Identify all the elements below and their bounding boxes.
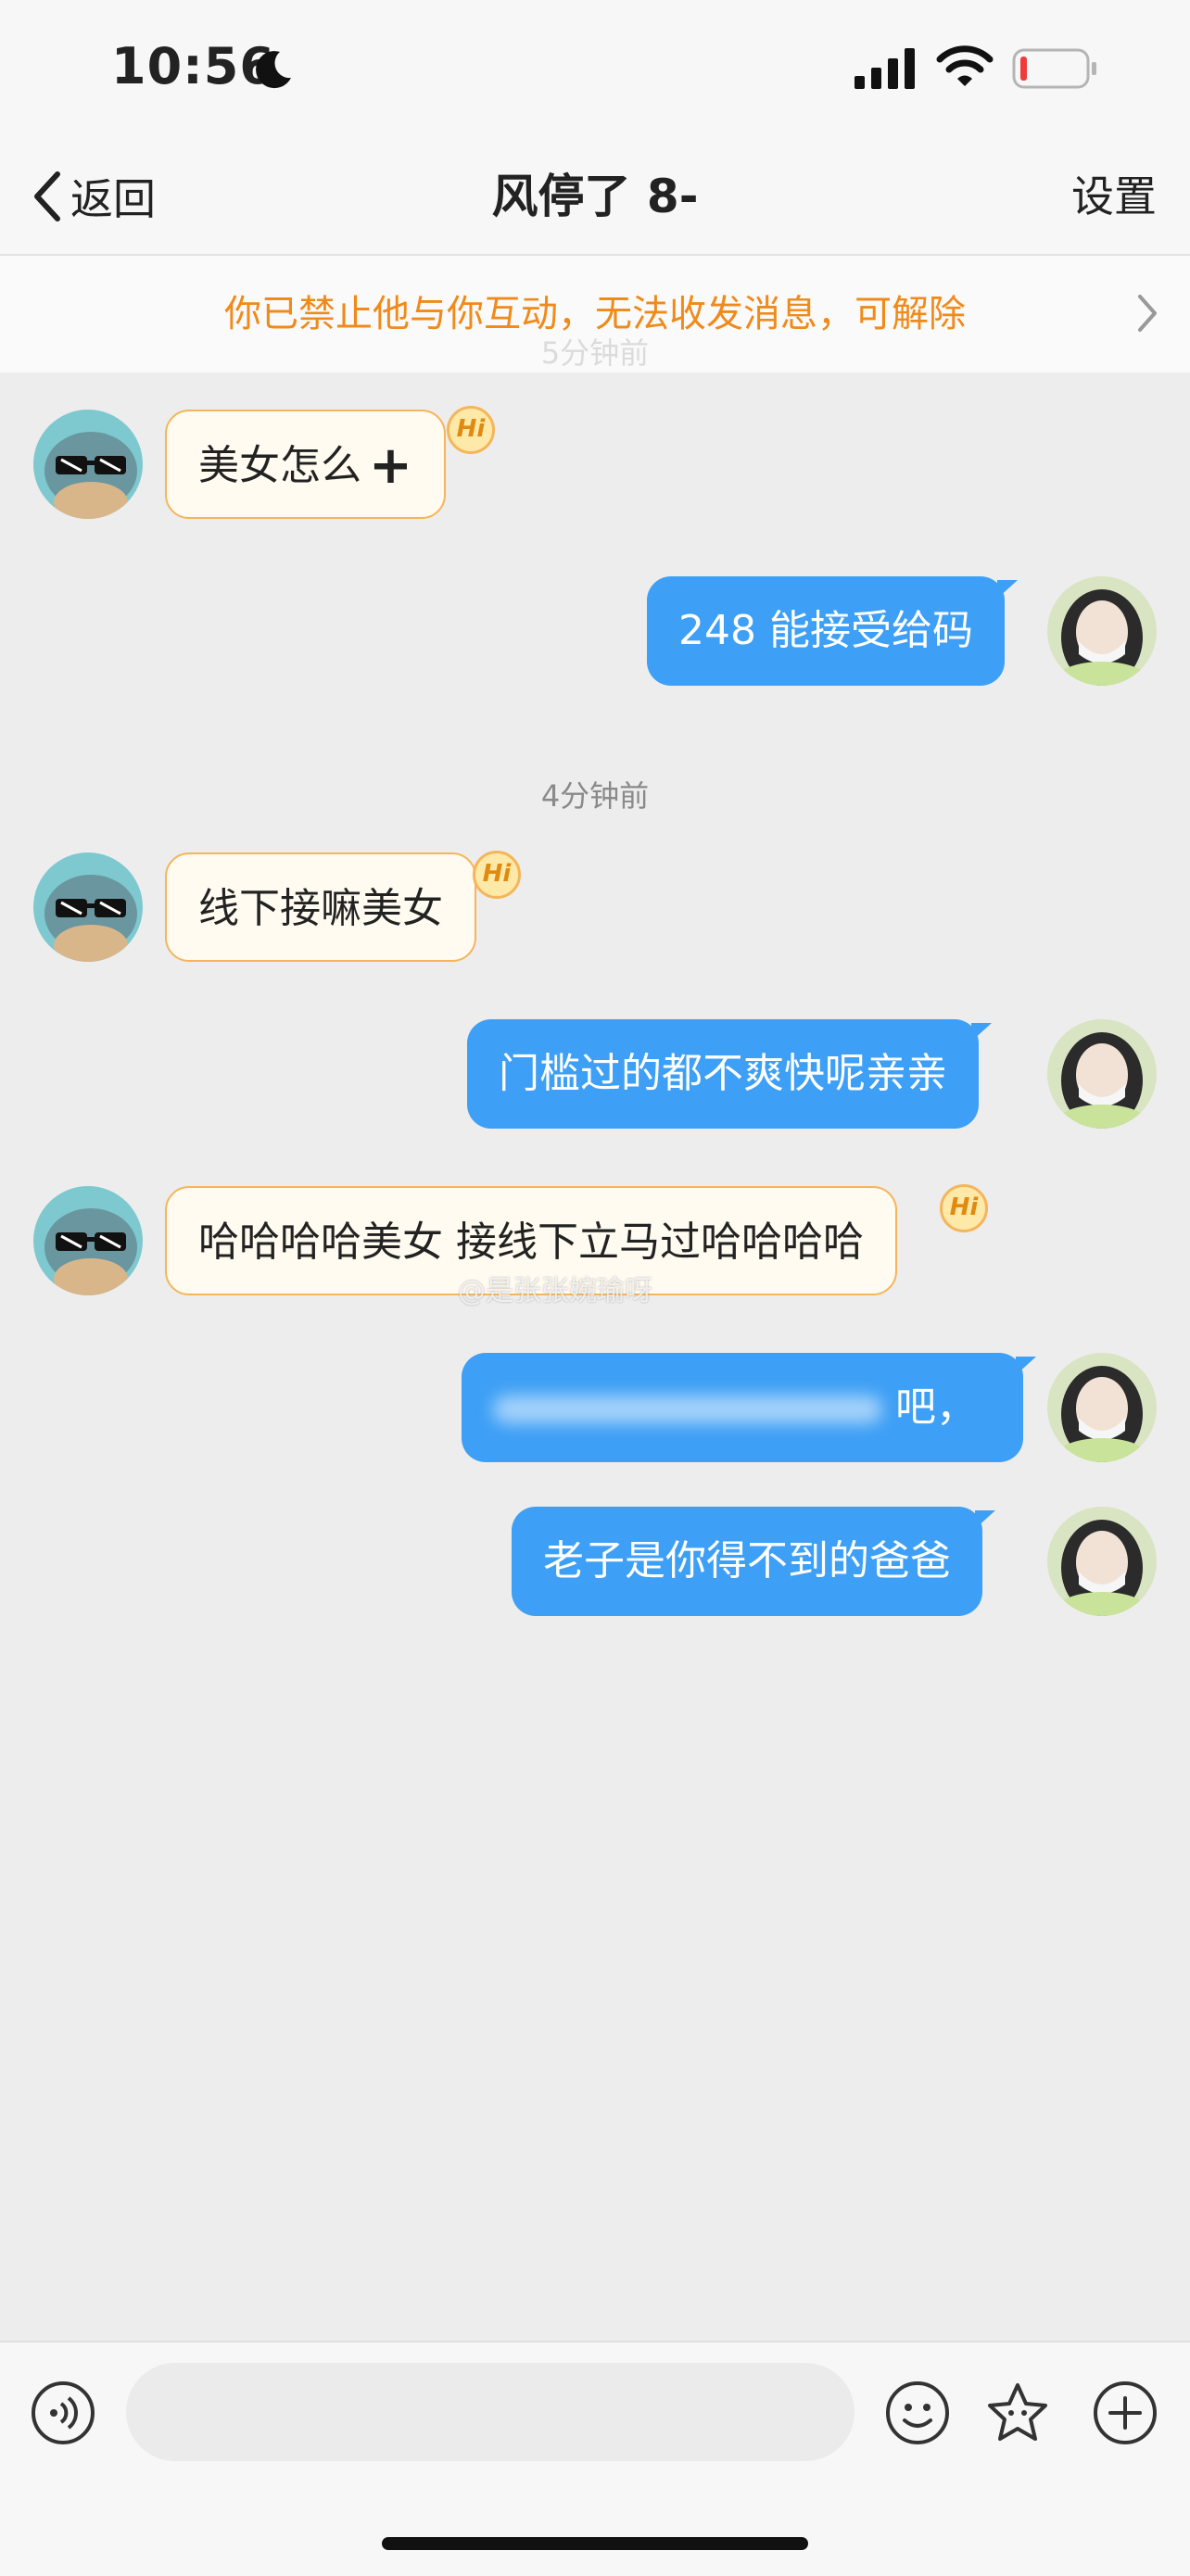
message-bubble-outgoing[interactable]: 老子是你得不到的爸爸 xyxy=(512,1507,995,1616)
message-bubble-outgoing-blurred[interactable]: 吧， xyxy=(462,1353,1036,1462)
contact-avatar[interactable] xyxy=(33,410,143,519)
battery-icon xyxy=(1012,48,1096,89)
user-avatar[interactable] xyxy=(1047,1507,1157,1616)
home-indicator[interactable] xyxy=(382,2537,808,2550)
user-avatar[interactable] xyxy=(1047,1019,1157,1129)
contact-avatar[interactable] xyxy=(33,1186,143,1295)
user-avatar[interactable] xyxy=(1047,576,1157,686)
user-avatar[interactable] xyxy=(1047,1353,1157,1462)
user-avatar-image xyxy=(1047,1019,1157,1129)
user-avatar-image xyxy=(1047,576,1157,686)
message-text: 248 能接受给码 xyxy=(678,607,973,654)
turtle-avatar xyxy=(33,852,143,962)
user-avatar-image xyxy=(1047,1507,1157,1616)
blocked-notice-banner[interactable]: 5分钟前 你已禁止他与你互动，无法收发消息，可解除 xyxy=(0,256,1190,373)
user-avatar-image xyxy=(1047,1353,1157,1462)
input-bar xyxy=(0,2341,1190,2576)
status-time: 10:56 xyxy=(111,37,275,95)
message-bubble-outgoing[interactable]: 门槛过的都不爽快呢亲亲 xyxy=(467,1019,992,1129)
signal-icon xyxy=(855,48,915,89)
message-text: 哈哈哈哈美女 接线下立马过哈哈哈哈 xyxy=(198,1219,864,1266)
settings-button[interactable]: 设置 xyxy=(1071,159,1157,234)
message-text: 吧， xyxy=(895,1383,977,1431)
emoji-icon[interactable] xyxy=(884,2380,951,2446)
message-text: 线下接嘛美女 xyxy=(198,885,443,932)
blurred-content xyxy=(493,1395,882,1423)
voice-icon[interactable] xyxy=(30,2380,96,2446)
blocked-notice-text: 你已禁止他与你互动，无法收发消息，可解除 xyxy=(224,293,966,335)
hi-badge: Hi xyxy=(447,406,495,454)
hi-badge: Hi xyxy=(473,851,521,899)
message-text: 门槛过的都不爽快呢亲亲 xyxy=(499,1050,947,1097)
sticker-icon[interactable] xyxy=(984,2380,1051,2446)
moon-icon xyxy=(256,51,291,89)
plus-emoji: + xyxy=(369,436,412,496)
turtle-avatar xyxy=(33,1186,143,1295)
plus-icon[interactable] xyxy=(1092,2380,1158,2446)
contact-avatar[interactable] xyxy=(33,852,143,962)
wifi-icon xyxy=(936,45,994,86)
message-input[interactable] xyxy=(126,2363,855,2461)
hi-badge: Hi xyxy=(940,1184,988,1232)
message-text: 美女怎么 xyxy=(198,442,361,489)
message-bubble-incoming[interactable]: 美女怎么 + xyxy=(165,410,446,519)
turtle-avatar xyxy=(33,410,143,519)
status-bar: 10:56 xyxy=(0,0,1190,139)
message-text: 老子是你得不到的爸爸 xyxy=(543,1537,951,1585)
chat-title: 风停了 8- xyxy=(491,170,699,223)
message-bubble-outgoing[interactable]: 248 能接受给码 xyxy=(647,576,1018,686)
message-bubble-incoming[interactable]: 线下接嘛美女 xyxy=(165,852,476,962)
message-timestamp: 4分钟前 xyxy=(540,778,650,814)
nav-bar: 返回 风停了 8- 设置 xyxy=(0,139,1190,256)
weibo-watermark: @是张张婉瑜呀 xyxy=(458,1275,652,1307)
chevron-right-icon xyxy=(1138,295,1157,332)
